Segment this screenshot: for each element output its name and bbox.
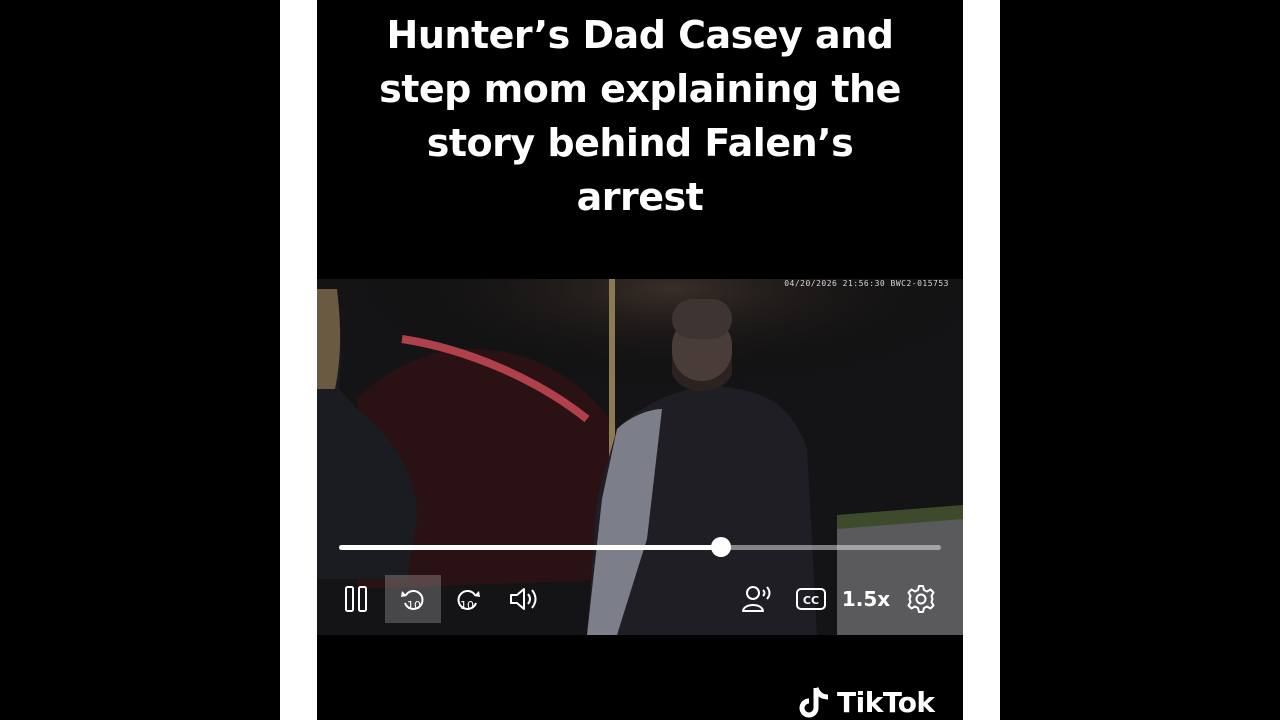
rewind-10-icon: 10 xyxy=(401,590,424,612)
player-controls: 10 10 CC 1.5x xyxy=(317,575,963,623)
progress-bar[interactable] xyxy=(339,537,941,557)
rewind-seconds-label: 10 xyxy=(407,599,421,612)
volume-icon xyxy=(510,588,537,610)
caption-line: arrest xyxy=(576,175,704,219)
playback-speed-button[interactable]: 1.5x xyxy=(841,575,891,623)
forward-10-icon: 10 xyxy=(457,590,480,612)
pause-button[interactable] xyxy=(335,575,379,623)
closed-captions-button[interactable]: CC xyxy=(787,575,835,623)
video-player[interactable]: 04/20/2026 21:56:30 BWC2-015753 10 10 CC… xyxy=(317,279,963,635)
settings-button[interactable] xyxy=(899,575,943,623)
progress-fill xyxy=(339,545,722,550)
caption-text: Hunter’s Dad Casey and step mom explaini… xyxy=(317,8,963,224)
volume-button[interactable] xyxy=(501,575,547,623)
closed-captions-label: CC xyxy=(803,594,819,607)
caption-line: step mom explaining the xyxy=(379,67,901,111)
caption-line: story behind Falen’s xyxy=(426,121,854,165)
settings-gear-icon xyxy=(907,585,935,613)
audio-description-button[interactable] xyxy=(733,575,781,623)
forward-seconds-label: 10 xyxy=(460,599,474,612)
tiktok-watermark: TikTok xyxy=(797,684,935,720)
closed-captions-icon: CC xyxy=(796,588,826,610)
forward-10-button[interactable]: 10 xyxy=(443,575,493,623)
bodycam-timestamp: 04/20/2026 21:56:30 BWC2-015753 xyxy=(784,279,949,288)
tiktok-logo-icon xyxy=(799,687,829,718)
video-post: Hunter’s Dad Casey and step mom explaini… xyxy=(317,0,963,720)
caption-line: Hunter’s Dad Casey and xyxy=(386,13,894,57)
tiktok-wordmark: TikTok xyxy=(837,685,935,719)
rewind-10-button[interactable]: 10 xyxy=(385,575,441,623)
pause-icon xyxy=(345,586,367,612)
audio-description-icon xyxy=(742,586,771,612)
